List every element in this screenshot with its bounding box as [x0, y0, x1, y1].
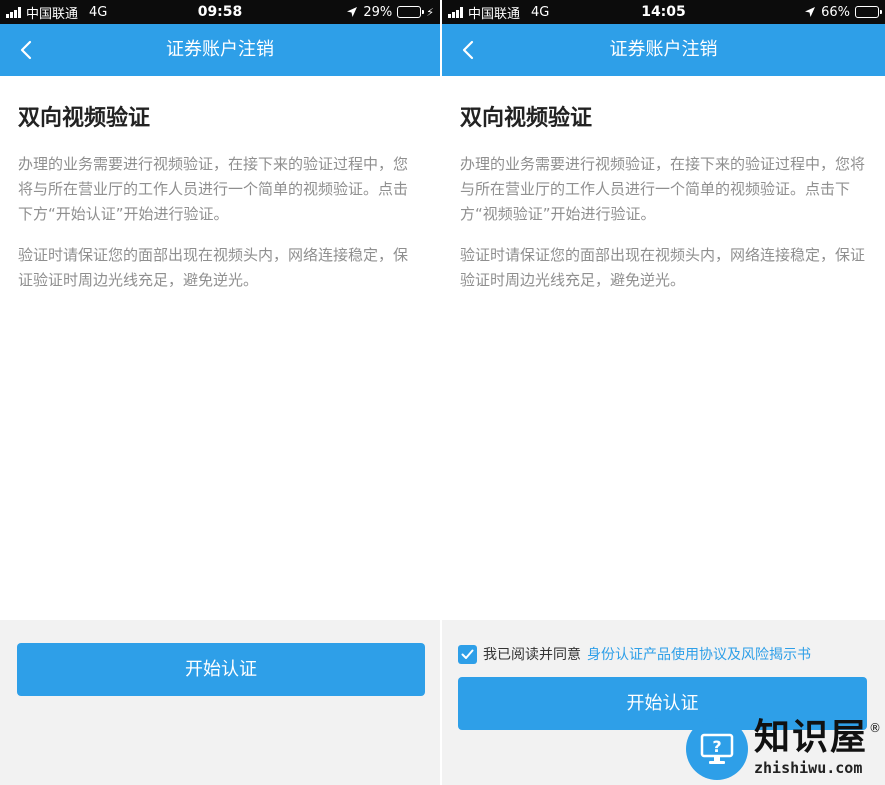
content: 双向视频验证 办理的业务需要进行视频验证，在接下来的验证过程中，您将与所在营业厅… [18, 76, 422, 293]
bottom-bar: 开始认证 [0, 620, 440, 785]
status-right: 66% [804, 0, 882, 24]
battery-icon [397, 6, 425, 18]
section-heading: 双向视频验证 [460, 106, 593, 131]
watermark: ? 知识屋 ® zhishiwu.com [686, 715, 885, 785]
agreement-link[interactable]: 身份认证产品使用协议及风险揭示书 [587, 644, 811, 664]
section-heading: 双向视频验证 [18, 106, 151, 131]
instruction-paragraph: 办理的业务需要进行视频验证，在接下来的验证过程中，您将与所在营业厅的工作人员进行… [460, 155, 866, 223]
page-title: 证券账户注销 [166, 39, 274, 60]
location-arrow-icon [347, 7, 358, 17]
status-right: 29% ⚡ [346, 0, 434, 24]
status-bar: 中国联通 4G 09:58 29% ⚡ [0, 0, 440, 24]
agreement-row: 我已阅读并同意 身份认证产品使用协议及风险揭示书 [458, 642, 811, 666]
registered-mark: ® [869, 721, 881, 735]
start-verification-button[interactable]: 开始认证 [17, 643, 425, 696]
instruction-paragraph: 办理的业务需要进行视频验证，在接下来的验证过程中，您将与所在营业厅的工作人员进行… [18, 155, 409, 223]
location-arrow-icon [805, 7, 816, 17]
nav-bar: 证券账户注销 [0, 24, 440, 76]
content: 双向视频验证 办理的业务需要进行视频验证，在接下来的验证过程中，您将与所在营业厅… [460, 76, 867, 293]
right-screen: 中国联通 4G 14:05 66% 证券账户注销 双向视频验证 办理的业务需要进… [442, 0, 885, 785]
nav-bar: 证券账户注销 [442, 24, 885, 76]
watermark-url: zhishiwu.com [754, 759, 863, 777]
left-screen: 中国联通 4G 09:58 29% ⚡ 证券账户注销 双向视频验证 办理的业务需… [0, 0, 440, 785]
battery-percent: 66% [821, 4, 850, 20]
watermark-logo: ? [686, 718, 748, 780]
battery-percent: 29% [363, 4, 393, 20]
help-monitor-icon: ? [700, 733, 734, 764]
agree-label: 我已阅读并同意 [483, 647, 581, 663]
charging-bolt-icon: ⚡ [426, 5, 434, 19]
page-title: 证券账户注销 [609, 39, 718, 60]
status-bar: 中国联通 4G 14:05 66% [442, 0, 885, 24]
svg-text:?: ? [712, 737, 721, 756]
tips-paragraph: 验证时请保证您的面部出现在视频头内，网络连接稳定，保证验证时周边光线充足，避免逆… [18, 246, 409, 289]
agree-checkbox[interactable] [458, 644, 477, 664]
battery-icon [855, 6, 882, 18]
checkmark-icon [461, 649, 474, 659]
watermark-name: 知识屋 [754, 716, 869, 758]
tips-paragraph: 验证时请保证您的面部出现在视频头内，网络连接稳定，保证验证时周边光线充足，避免逆… [460, 246, 866, 289]
